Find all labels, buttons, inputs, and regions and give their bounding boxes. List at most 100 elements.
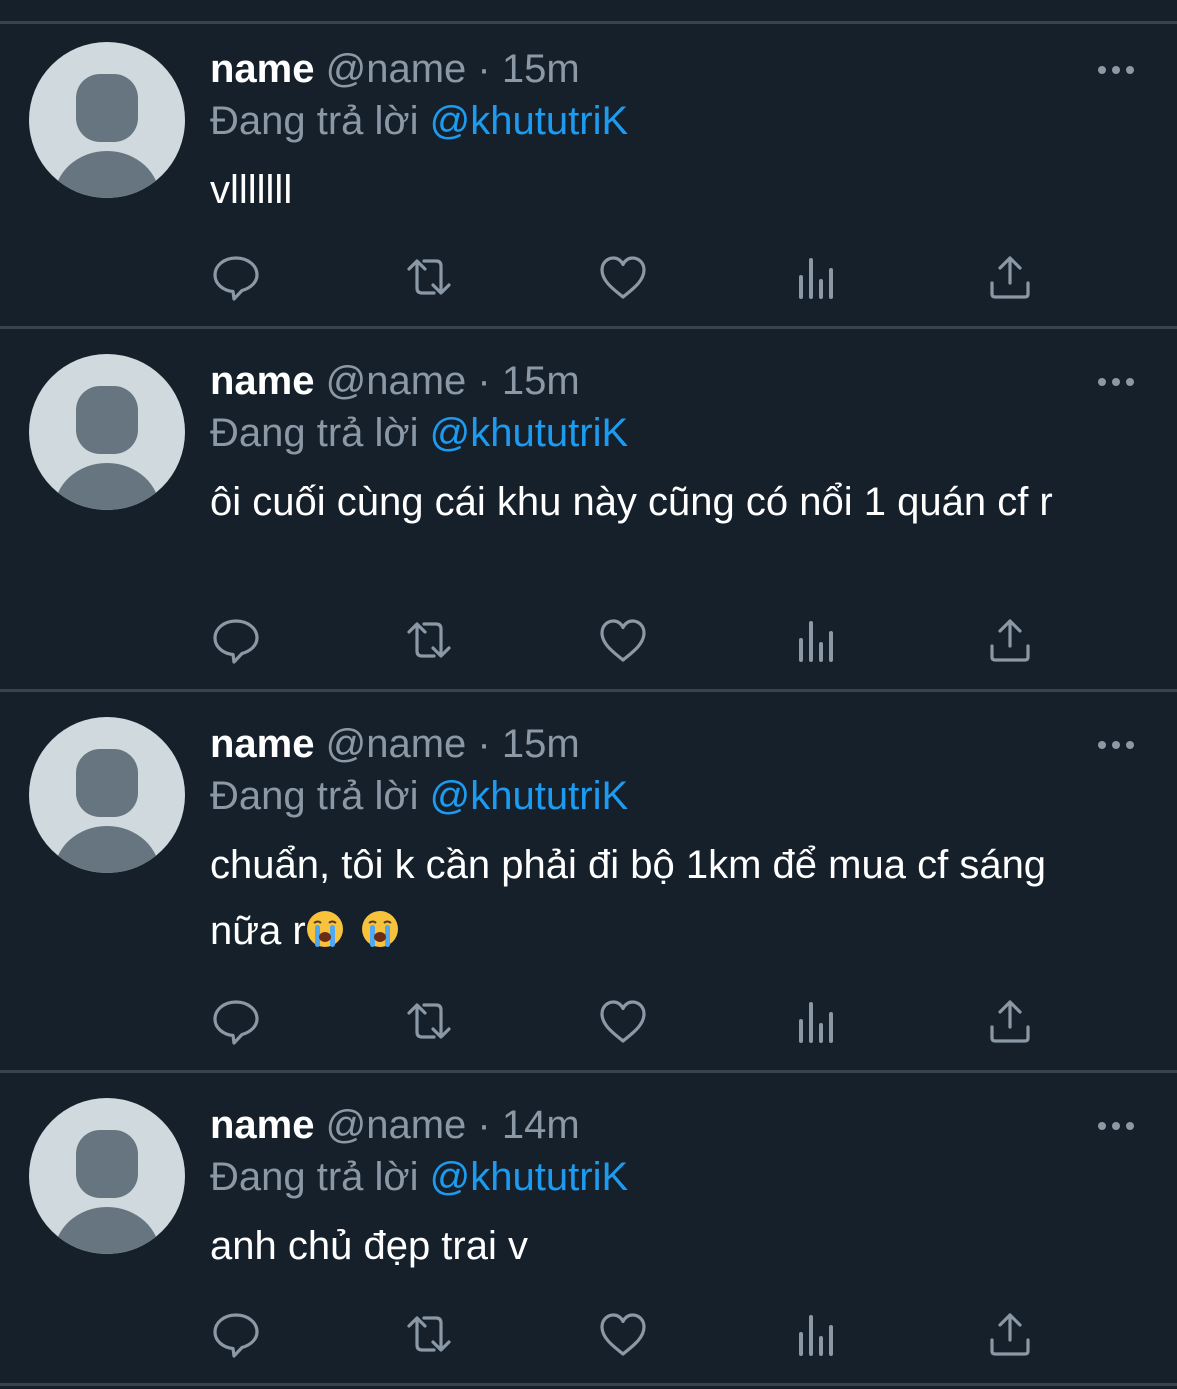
replying-to-mention[interactable]: @khututriK: [430, 774, 628, 818]
replying-to: Đang trả lời @khututriK: [210, 96, 628, 146]
analytics-icon: [799, 1315, 833, 1356]
retweet-button[interactable]: [404, 252, 454, 302]
separator-dot: ·: [477, 359, 491, 403]
analytics-button[interactable]: [793, 996, 843, 1046]
replying-to-mention[interactable]: @khututriK: [430, 411, 628, 455]
retweet-button[interactable]: [404, 615, 454, 665]
analytics-icon: [799, 621, 833, 662]
author-name[interactable]: name: [210, 1103, 315, 1147]
timestamp[interactable]: 14m: [502, 1103, 580, 1147]
avatar[interactable]: [29, 1098, 185, 1254]
separator-dot: ·: [477, 1103, 491, 1147]
tweet-item[interactable]: name @name · 15m Đang trả lời @khututriK…: [0, 354, 1177, 690]
tweet-divider: [0, 1070, 1177, 1073]
tweet-text: ôi cuối cùng cái khu này cũng có nổi 1 q…: [210, 480, 1053, 524]
top-divider: [0, 21, 1177, 24]
tweet-actions: [0, 1309, 1177, 1359]
replying-to: Đang trả lời @khututriK: [210, 408, 628, 458]
replying-to-label: Đang trả lời: [210, 1155, 419, 1199]
avatar-body-shape: [54, 1207, 160, 1254]
tweet-divider: [0, 689, 1177, 692]
reply-button[interactable]: [211, 1309, 261, 1359]
avatar[interactable]: [29, 354, 185, 510]
like-button[interactable]: [598, 615, 648, 665]
reply-icon: [213, 619, 259, 664]
tweet-header: name @name · 15m: [210, 356, 580, 406]
retweet-icon: [407, 622, 451, 658]
timestamp[interactable]: 15m: [502, 722, 580, 766]
author-name[interactable]: name: [210, 722, 315, 766]
tweet-item[interactable]: name @name · 15m Đang trả lời @khututriK…: [0, 42, 1177, 326]
tweet-text: anh chủ đẹp trai v: [210, 1224, 528, 1268]
tweet-item[interactable]: name @name · 15m Đang trả lời @khututriK…: [0, 717, 1177, 1069]
author-name[interactable]: name: [210, 47, 315, 91]
reply-button[interactable]: [211, 615, 261, 665]
separator-dot: ·: [477, 47, 491, 91]
more-options-icon[interactable]: [1096, 737, 1136, 753]
retweet-icon: [407, 1316, 451, 1352]
more-options-icon[interactable]: [1096, 374, 1136, 390]
avatar-body-shape: [54, 151, 160, 198]
timestamp[interactable]: 15m: [502, 359, 580, 403]
avatar-body-shape: [54, 826, 160, 873]
author-handle[interactable]: @name: [326, 359, 467, 403]
share-icon: [990, 1000, 1030, 1043]
retweet-button[interactable]: [404, 1309, 454, 1359]
like-icon: [600, 619, 646, 662]
retweet-icon: [407, 259, 451, 295]
analytics-button[interactable]: [793, 615, 843, 665]
reply-button[interactable]: [211, 996, 261, 1046]
avatar-head-shape: [76, 1130, 138, 1198]
reply-icon: [213, 1313, 259, 1358]
retweet-button[interactable]: [404, 996, 454, 1046]
share-icon: [990, 619, 1030, 662]
share-button[interactable]: [985, 615, 1035, 665]
loudly-crying-face-emoji: [306, 911, 343, 947]
author-handle[interactable]: @name: [326, 47, 467, 91]
replying-to-label: Đang trả lời: [210, 411, 419, 455]
tweet-actions: [0, 996, 1177, 1046]
replying-to-mention[interactable]: @khututriK: [430, 99, 628, 143]
replying-to-label: Đang trả lời: [210, 99, 419, 143]
analytics-icon: [799, 258, 833, 299]
tweet-text-container: chuẩn, tôi k cần phải đi bộ 1km để mua c…: [210, 832, 1070, 964]
avatar-body-shape: [54, 463, 160, 510]
avatar-head-shape: [76, 749, 138, 817]
avatar-head-shape: [76, 386, 138, 454]
reply-button[interactable]: [211, 252, 261, 302]
share-button[interactable]: [985, 1309, 1035, 1359]
analytics-button[interactable]: [793, 252, 843, 302]
bottom-divider: [0, 1383, 1177, 1386]
like-icon: [600, 1000, 646, 1043]
author-handle[interactable]: @name: [326, 722, 467, 766]
loudly-crying-face-emoji: [361, 911, 398, 947]
retweet-icon: [407, 1003, 451, 1039]
reply-icon: [213, 256, 259, 301]
share-button[interactable]: [985, 252, 1035, 302]
more-options-icon[interactable]: [1096, 62, 1136, 78]
tweet-item[interactable]: name @name · 14m Đang trả lời @khututriK…: [0, 1098, 1177, 1382]
timestamp[interactable]: 15m: [502, 47, 580, 91]
share-icon: [990, 1313, 1030, 1356]
like-button[interactable]: [598, 1309, 648, 1359]
author-handle[interactable]: @name: [326, 1103, 467, 1147]
more-options-icon[interactable]: [1096, 1118, 1136, 1134]
tweet-text: vlllllll: [210, 168, 293, 212]
tweet-actions: [0, 615, 1177, 665]
replying-to-label: Đang trả lời: [210, 774, 419, 818]
like-button[interactable]: [598, 996, 648, 1046]
analytics-button[interactable]: [793, 1309, 843, 1359]
tweet-header: name @name · 15m: [210, 719, 580, 769]
author-name[interactable]: name: [210, 359, 315, 403]
share-icon: [990, 256, 1030, 299]
tweet-header: name @name · 15m: [210, 44, 580, 94]
analytics-icon: [799, 1002, 833, 1043]
avatar-head-shape: [76, 74, 138, 142]
avatar[interactable]: [29, 717, 185, 873]
replying-to: Đang trả lời @khututriK: [210, 771, 628, 821]
tweet-header: name @name · 14m: [210, 1100, 580, 1150]
share-button[interactable]: [985, 996, 1035, 1046]
like-button[interactable]: [598, 252, 648, 302]
replying-to-mention[interactable]: @khututriK: [430, 1155, 628, 1199]
avatar[interactable]: [29, 42, 185, 198]
